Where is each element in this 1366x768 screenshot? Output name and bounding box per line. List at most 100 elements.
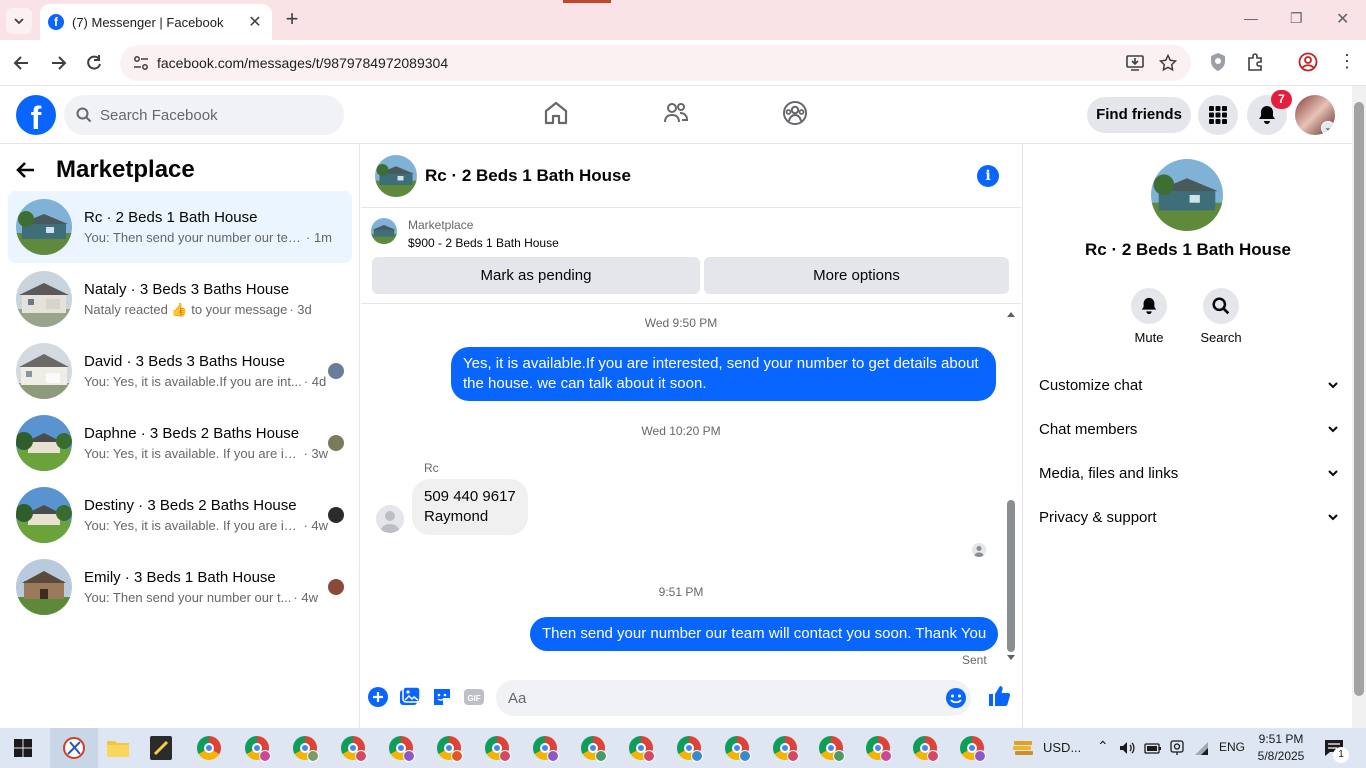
chrome-profile-icon[interactable] xyxy=(773,736,799,762)
back-icon[interactable] xyxy=(12,53,32,73)
media-files-links-section[interactable]: Media, files and links xyxy=(1039,451,1339,495)
find-friends-button[interactable]: Find friends xyxy=(1087,97,1191,133)
chrome-profile-icon[interactable] xyxy=(960,736,986,762)
conversation-item[interactable]: Emily · 3 Beds 1 Bath House You: Then se… xyxy=(8,551,352,623)
chrome-profile-icon[interactable] xyxy=(341,736,367,762)
back-arrow-icon[interactable] xyxy=(16,160,36,180)
sender-avatar[interactable] xyxy=(376,505,404,533)
listing-price[interactable]: $900 - 2 Beds 1 Bath House xyxy=(408,236,559,250)
search-conversation-button[interactable]: Search xyxy=(1191,288,1251,345)
chat-scroll-thumb[interactable] xyxy=(1007,500,1015,652)
tab-search-button[interactable] xyxy=(6,8,32,34)
chrome-profile-icon[interactable] xyxy=(629,736,655,762)
home-icon[interactable] xyxy=(543,100,569,126)
close-tab-icon[interactable]: ✕ xyxy=(246,12,264,32)
incoming-message[interactable]: 509 440 9617 Raymond xyxy=(412,479,528,535)
facebook-logo-icon[interactable]: f xyxy=(16,95,56,135)
groups-icon[interactable] xyxy=(782,100,808,126)
url-text[interactable]: facebook.com/messages/t/9879784972089304 xyxy=(157,55,448,71)
plus-icon[interactable] xyxy=(367,686,389,708)
customize-chat-section[interactable]: Customize chat xyxy=(1039,363,1339,407)
chat-title[interactable]: Rc · 2 Beds 1 Bath House xyxy=(425,166,631,186)
wifi-icon[interactable] xyxy=(1193,740,1209,756)
tools-app-icon[interactable] xyxy=(62,736,86,760)
chat-scrollbar[interactable] xyxy=(1006,310,1016,660)
message-input-container[interactable] xyxy=(496,680,971,716)
menu-button[interactable] xyxy=(1198,95,1238,135)
extensions-icon[interactable] xyxy=(1245,52,1265,72)
facebook-search[interactable] xyxy=(64,95,344,135)
show-hidden-icons-icon[interactable]: ⌃ xyxy=(1097,738,1109,755)
info-icon[interactable]: i xyxy=(977,165,999,187)
chrome-profile-icon[interactable] xyxy=(197,736,221,760)
profile-icon[interactable] xyxy=(1298,52,1318,72)
conversation-item[interactable]: Destiny · 3 Beds 2 Baths House You: Yes,… xyxy=(8,479,352,551)
chrome-profile-icon[interactable] xyxy=(913,736,939,762)
input-language[interactable]: ENG xyxy=(1219,740,1245,754)
install-app-icon[interactable] xyxy=(1125,54,1145,72)
chrome-profile-icon[interactable] xyxy=(581,736,607,762)
page-scrollbar[interactable] xyxy=(1352,86,1366,728)
chrome-profile-icon[interactable] xyxy=(437,736,463,762)
browser-tab[interactable]: f (7) Messenger | Facebook ✕ xyxy=(40,4,272,40)
chrome-profile-icon[interactable] xyxy=(866,736,892,762)
currency-widget-icon[interactable] xyxy=(1012,737,1034,759)
conversation-item[interactable]: David · 3 Beds 3 Baths House You: Yes, i… xyxy=(8,335,352,407)
chat-members-section[interactable]: Chat members xyxy=(1039,407,1339,451)
chrome-profile-icon[interactable] xyxy=(389,736,415,762)
conversation-item[interactable]: Rc · 2 Beds 1 Bath House You: Then send … xyxy=(8,191,352,263)
camera-privacy-icon[interactable] xyxy=(1170,740,1184,756)
conversation-item[interactable]: Nataly · 3 Beds 3 Baths House Nataly rea… xyxy=(8,263,352,335)
conversation-item[interactable]: Daphne · 3 Beds 2 Baths House You: Yes, … xyxy=(8,407,352,479)
chrome-profile-icon[interactable] xyxy=(677,736,703,762)
more-options-button[interactable]: More options xyxy=(704,257,1009,294)
mark-as-pending-button[interactable]: Mark as pending xyxy=(372,257,700,294)
volume-icon[interactable] xyxy=(1119,740,1135,756)
sticky-notes-icon[interactable] xyxy=(150,736,172,760)
message-input[interactable] xyxy=(508,680,928,716)
friends-icon[interactable] xyxy=(663,100,689,126)
search-label: Search xyxy=(1200,330,1242,345)
account-avatar[interactable]: ⌄ xyxy=(1295,95,1335,135)
chrome-profile-icon[interactable] xyxy=(819,736,845,762)
reload-icon[interactable] xyxy=(84,53,104,73)
windows-start-icon[interactable] xyxy=(14,739,32,757)
conversation-snippet: You: Then send your number our t... xyxy=(84,590,292,605)
outgoing-message[interactable]: Yes, it is available.If you are interest… xyxy=(451,347,996,401)
emoji-icon[interactable] xyxy=(945,687,967,709)
scroll-up-icon[interactable] xyxy=(1006,310,1016,318)
chrome-profile-icon[interactable] xyxy=(293,736,319,762)
gif-icon[interactable]: GIF xyxy=(463,686,485,708)
system-clock[interactable]: 9:51 PM 5/8/2025 xyxy=(1256,731,1306,765)
chrome-profile-icon[interactable] xyxy=(725,736,751,762)
chat-listing-thumbnail[interactable] xyxy=(375,154,417,197)
battery-icon[interactable] xyxy=(1144,740,1162,756)
scroll-down-icon[interactable] xyxy=(1006,654,1016,662)
page-scroll-thumb[interactable] xyxy=(1354,102,1364,696)
outgoing-message[interactable]: Then send your number our team will cont… xyxy=(530,617,999,651)
chrome-profile-icon[interactable] xyxy=(485,736,511,762)
close-window-icon[interactable]: ✕ xyxy=(1336,9,1349,29)
privacy-support-section[interactable]: Privacy & support xyxy=(1039,495,1339,539)
details-listing-thumbnail[interactable] xyxy=(1151,159,1223,231)
facebook-search-input[interactable] xyxy=(100,106,320,124)
browser-menu-icon[interactable]: ⋮ xyxy=(1338,51,1356,72)
address-bar[interactable]: facebook.com/messages/t/9879784972089304 xyxy=(120,45,1191,81)
section-label: Chat members xyxy=(1039,420,1138,438)
file-explorer-icon[interactable] xyxy=(106,737,130,759)
listing-small-thumbnail[interactable] xyxy=(371,218,397,244)
site-settings-icon[interactable] xyxy=(132,54,150,72)
bookmark-star-icon[interactable] xyxy=(1159,54,1177,72)
chrome-profile-icon[interactable] xyxy=(245,736,271,762)
mute-button[interactable]: Mute xyxy=(1119,288,1179,345)
currency-widget-text[interactable]: USD... xyxy=(1043,740,1081,755)
shield-extension-icon[interactable] xyxy=(1209,52,1227,72)
photo-icon[interactable] xyxy=(399,686,421,708)
restore-icon[interactable]: ❐ xyxy=(1290,10,1303,27)
sticker-icon[interactable] xyxy=(431,686,453,708)
forward-icon[interactable] xyxy=(48,53,68,73)
chrome-profile-icon[interactable] xyxy=(533,736,559,762)
new-tab-button[interactable]: + xyxy=(280,8,304,32)
minimize-icon[interactable]: — xyxy=(1244,10,1258,26)
thumbs-up-icon[interactable] xyxy=(987,684,1011,708)
